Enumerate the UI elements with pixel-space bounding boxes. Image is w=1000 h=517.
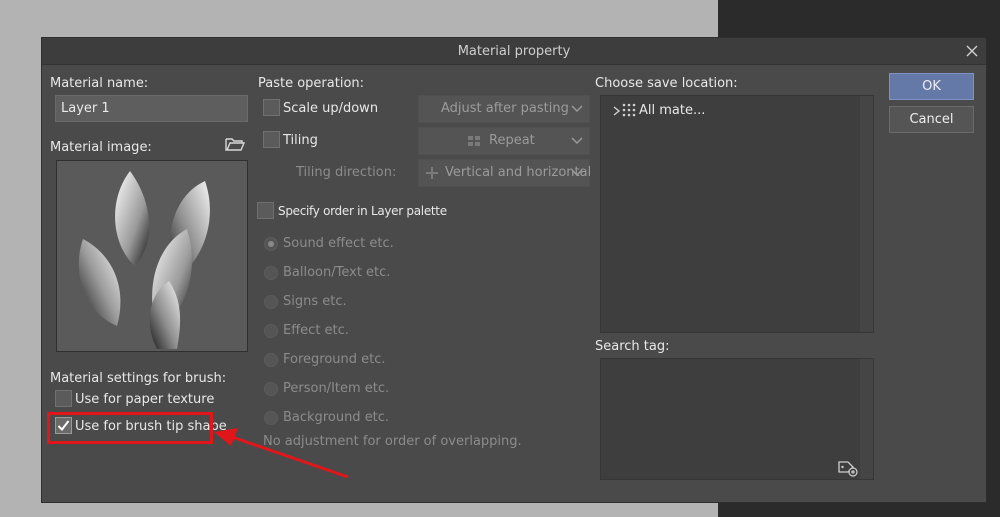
annotation-arrow (214, 428, 349, 479)
